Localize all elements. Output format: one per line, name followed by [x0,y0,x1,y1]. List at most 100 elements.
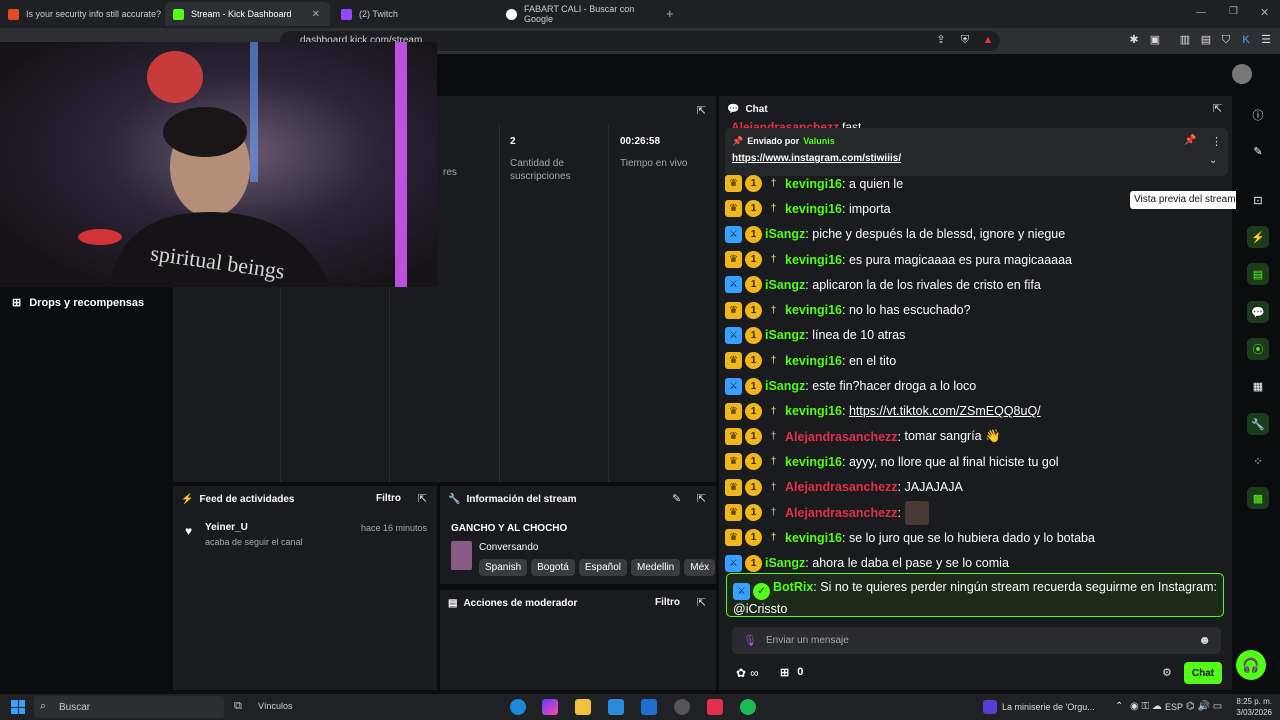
avatar[interactable] [1232,64,1252,84]
chat-input[interactable]: 🎙 Enviar un mensaje ☻ [732,627,1221,654]
chat-message: ⚔ 1 iSangz: este fin?hacer droga a lo loco [725,373,1225,398]
extensions-icon[interactable]: ✱ [1127,33,1141,47]
triangle-icon[interactable]: ▲ [981,33,995,47]
obs-icon[interactable] [674,699,690,715]
settings-gear-icon[interactable]: ⚙ [1162,666,1172,679]
taskbar-search[interactable]: ⌕ Buscar [34,696,224,718]
tag[interactable]: Bogotá [531,559,575,576]
task-view-icon[interactable]: ⧉ [234,700,242,713]
kick-ext-icon[interactable]: K [1239,33,1253,47]
chat-username[interactable]: kevingi16 [785,404,842,418]
wallet-icon[interactable]: ▤ [1199,33,1213,47]
chat-icon[interactable]: 💬 [1247,301,1269,323]
activity-feed-panel: ⚡ Feed de actividades Filtro ⇱ ♥ Yeiner_… [173,486,437,690]
tab-twitch[interactable]: (2) Twitch [333,2,498,26]
network-volume-icons[interactable]: ⌬ 🔊 ▭ [1186,701,1222,712]
chat-username[interactable]: iSangz [765,278,805,292]
share-icon[interactable]: ⇪ [934,33,948,47]
tab-kick-dashboard[interactable]: Stream - Kick Dashboard ✕ [165,2,330,26]
broadcast-icon[interactable]: ⦿ [1247,338,1269,360]
sidebar-item-drops[interactable]: ⊞ Drops y recompensas [12,296,144,310]
chat-username[interactable]: Alejandrasanchezz [785,430,898,444]
info-icon[interactable]: ⓘ [1247,104,1269,126]
chat-username[interactable]: iSangz [765,227,805,241]
viewer-counter: ⊞ 0 [780,666,804,679]
stream-preview-icon[interactable]: ⊡ [1247,189,1269,211]
spotify-icon[interactable] [740,699,756,715]
cross-badge-icon: † [770,456,777,468]
chat-username[interactable]: kevingi16 [785,177,842,191]
language-indicator[interactable]: ESP [1165,702,1183,712]
store-icon[interactable] [608,699,624,715]
chat-username[interactable]: Alejandrasanchezz [785,480,898,494]
file-explorer-icon[interactable] [575,699,591,715]
clapper-icon[interactable]: ▩ [1247,487,1269,509]
chat-username[interactable]: kevingi16 [785,253,842,267]
windows-start-icon[interactable] [11,700,25,714]
activity-user[interactable]: Yeiner_U [205,522,248,533]
chat-message: ⚔ 1 iSangz: piche y después la de blessd, … [725,222,1225,247]
edge-icon[interactable] [510,699,526,715]
screenshot-icon[interactable]: ▣ [1148,33,1162,47]
pinned-link[interactable]: https://www.instagram.com/stiwiiis/ [732,153,901,164]
tool-icon[interactable]: 🔧 [1247,413,1269,435]
more-icon[interactable]: ⋮ [1211,135,1222,148]
shield-icon[interactable]: ⛨ [958,33,972,47]
tag[interactable]: Español [578,559,627,576]
separator: : [805,328,813,343]
chat-username[interactable]: kevingi16 [785,531,842,545]
popout-icon[interactable]: ⇱ [418,492,427,505]
emoji-icon[interactable]: ☻ [1198,633,1211,647]
popout-icon[interactable]: ⇱ [697,492,706,505]
chat-username[interactable]: iSangz [765,379,805,393]
notes-icon[interactable]: ▤ [1247,263,1269,285]
chat-username[interactable]: kevingi16 [785,202,842,216]
links-label[interactable]: Vínculos [258,701,293,711]
chat-username[interactable]: kevingi16 [785,303,842,317]
tray-icons[interactable]: ◉ ⚿ ☁ [1130,701,1162,712]
minimize-button[interactable]: — [1196,7,1206,18]
brave-icon[interactable] [707,699,723,715]
new-tab-button[interactable]: + [666,6,674,21]
tab-security[interactable]: Is your security info still accurate? [0,2,165,26]
chat-username[interactable]: kevingi16 [785,354,842,368]
filter-button[interactable]: Filtro [655,597,680,608]
maximize-button[interactable]: ❐ [1229,6,1238,17]
apps-icon[interactable]: ⁘ [1247,450,1269,472]
support-button[interactable]: 🎧 [1236,650,1266,680]
filter-button[interactable]: Filtro [376,493,401,504]
copilot-icon[interactable] [542,699,558,715]
chevron-down-icon[interactable]: ⌄ [1209,155,1217,166]
send-chat-button[interactable]: Chat [1184,662,1222,684]
chat-username[interactable]: kevingi16 [785,455,842,469]
lightning-icon[interactable]: ⚡ [1247,226,1269,248]
points-indicator[interactable]: ✿ ∞ [736,666,759,680]
chat-text[interactable]: https://vt.tiktok.com/ZSmEQQ8uQ/ [849,404,1041,418]
category-name[interactable]: Conversando [479,542,538,553]
clock[interactable]: 8:25 p. m. 3/03/2026 [1232,696,1272,718]
microphone-icon[interactable]: 🎙 [743,634,757,647]
sidebar-icon[interactable]: ▥ [1178,33,1192,47]
chat-username[interactable]: iSangz [765,328,805,342]
close-window-button[interactable]: ✕ [1260,6,1269,19]
tag[interactable]: Medellin [630,559,681,576]
popout-icon[interactable]: ⇱ [697,596,706,609]
popout-icon[interactable]: ⇱ [697,104,706,117]
pencil-icon[interactable]: ✎ [1247,140,1269,162]
outlook-icon[interactable] [641,699,657,715]
tag[interactable]: Spanish [479,559,528,576]
chat-username[interactable]: iSangz [765,556,805,570]
layout-icon[interactable]: ▦ [1247,375,1269,397]
emote-image [904,500,929,525]
chat-username[interactable]: Alejandrasanchezz [785,506,898,520]
tag[interactable]: Méx [684,559,716,576]
media-title[interactable]: La miniserie de 'Orgu... [1002,702,1095,712]
vpn-icon[interactable]: ⛉ [1219,33,1233,47]
unpin-icon[interactable]: 📌 [1184,135,1196,146]
tray-chevron-icon[interactable]: ⌃ [1115,701,1123,712]
tab-google[interactable]: FABART CALI - Buscar con Google [498,2,663,26]
menu-icon[interactable]: ☰ [1259,33,1273,47]
close-icon[interactable]: ✕ [312,9,320,20]
edit-icon[interactable]: ✎ [672,492,681,505]
popout-icon[interactable]: ⇱ [1213,102,1222,115]
